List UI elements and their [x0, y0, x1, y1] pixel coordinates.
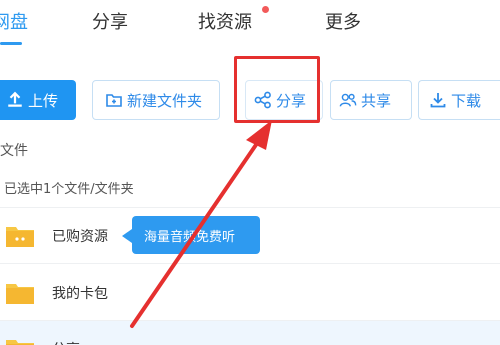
folder-icon: [6, 340, 34, 345]
notification-dot: [262, 6, 269, 13]
active-tab-indicator: [0, 42, 22, 45]
purchased-folder-icon: [6, 227, 34, 247]
new-folder-icon: [106, 94, 122, 107]
download-button[interactable]: 下载: [418, 80, 500, 120]
tooltip-text: 海量音频免费听: [144, 229, 236, 245]
list-item[interactable]: 分享: [0, 321, 500, 345]
annotation-highlight-box: [234, 56, 320, 123]
section-label: 文件: [0, 143, 28, 159]
upload-icon: [8, 91, 22, 107]
list-item[interactable]: 我的卡包: [0, 265, 500, 321]
download-label: 下载: [451, 91, 482, 110]
selection-summary-text: 已选中1个文件/文件夹: [4, 182, 134, 197]
upload-button[interactable]: 上传: [0, 80, 76, 120]
tab-more[interactable]: 更多: [325, 8, 361, 34]
tab-netdisk[interactable]: 网盘: [0, 8, 28, 34]
co-share-button[interactable]: 共享: [330, 80, 412, 120]
list-item-name: 分享: [52, 339, 80, 345]
list-item-name: 已购资源: [52, 229, 108, 245]
tab-share[interactable]: 分享: [92, 8, 128, 34]
top-nav: 网盘 分享 找资源 更多: [0, 0, 500, 50]
folder-icon: [6, 284, 34, 304]
co-share-label: 共享: [361, 91, 392, 110]
promo-tooltip[interactable]: 海量音频免费听: [132, 216, 260, 254]
download-icon: [430, 93, 446, 108]
new-folder-label: 新建文件夹: [127, 91, 203, 110]
tab-find-resources[interactable]: 找资源: [198, 8, 252, 34]
users-icon: [339, 93, 357, 107]
list-item-name: 我的卡包: [52, 286, 108, 302]
upload-label: 上传: [28, 91, 59, 110]
new-folder-button[interactable]: 新建文件夹: [92, 80, 220, 120]
tooltip-pointer: [122, 229, 132, 243]
